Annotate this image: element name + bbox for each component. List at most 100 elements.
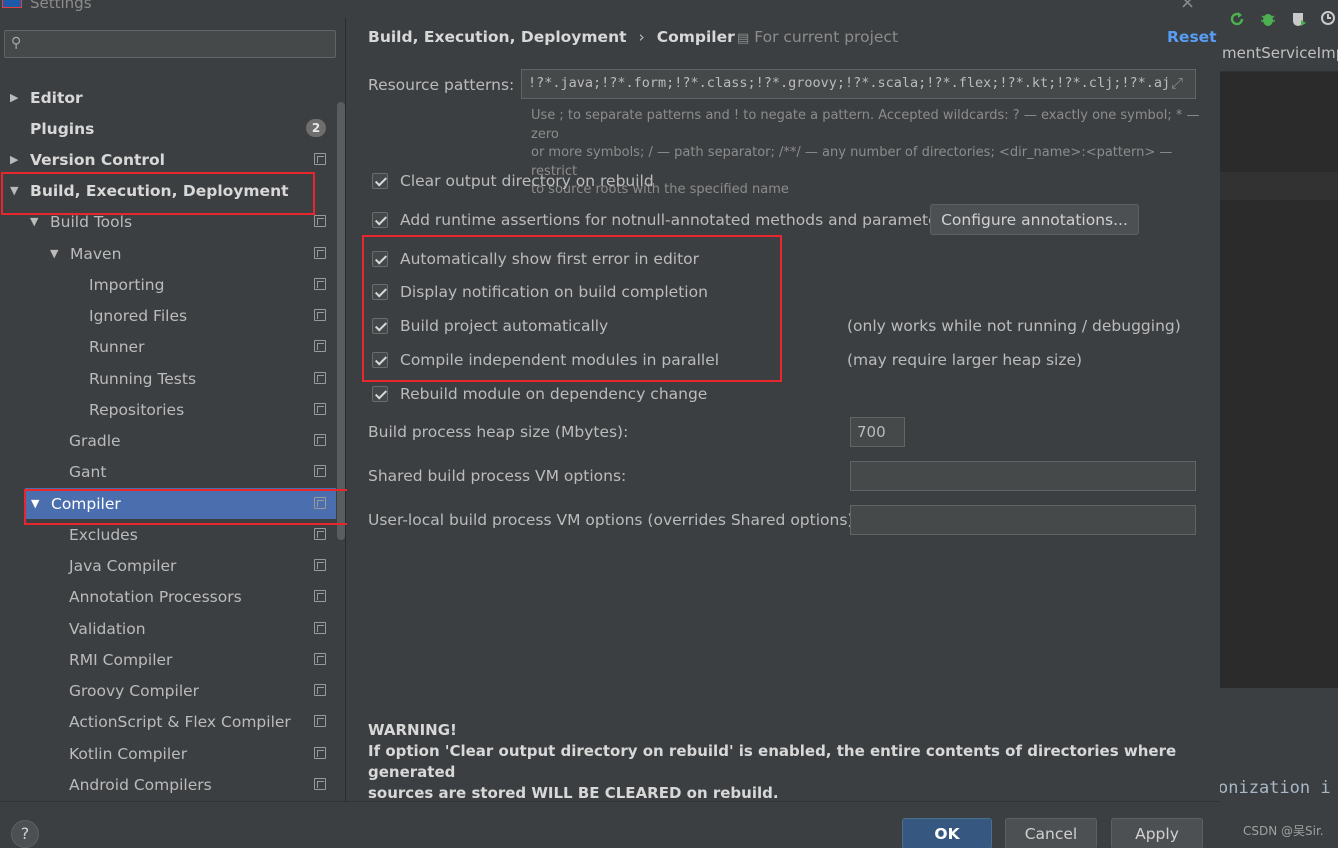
- sidebar-item-ignored-files[interactable]: Ignored Files: [0, 300, 336, 331]
- show-first-error-checkbox[interactable]: Automatically show first error in editor: [372, 250, 699, 268]
- checkbox-checked[interactable]: [372, 284, 388, 300]
- ok-button[interactable]: OK: [902, 818, 992, 848]
- current-line-highlight: [1220, 172, 1338, 200]
- checkbox-checked[interactable]: [372, 318, 388, 334]
- chevron-down-icon[interactable]: ▼: [50, 247, 62, 260]
- ide-toolbar: [1220, 0, 1338, 38]
- warning-message: WARNING! If option 'Clear output directo…: [368, 721, 1177, 802]
- sidebar-item-maven[interactable]: ▼ Maven: [0, 238, 336, 269]
- sidebar-item-gradle[interactable]: Gradle: [0, 425, 336, 456]
- sidebar-item-editor[interactable]: ▶ Editor: [0, 82, 336, 113]
- build-automatically-checkbox[interactable]: Build project automatically: [372, 317, 608, 335]
- sidebar-item-java-compiler[interactable]: Java Compiler: [0, 550, 336, 581]
- sidebar-item-repositories[interactable]: Repositories: [0, 394, 336, 425]
- expand-icon[interactable]: ⤢: [1171, 74, 1183, 92]
- clear-output-checkbox[interactable]: Clear output directory on rebuild: [372, 172, 654, 190]
- sidebar-item-runner[interactable]: Runner: [0, 331, 336, 362]
- sidebar-item-build-tools[interactable]: ▼ Build Tools: [0, 206, 336, 237]
- project-scope-icon: [314, 465, 326, 477]
- compiler-settings-panel: Build, Execution, Deployment › Compiler …: [347, 18, 1220, 802]
- settings-sidebar: ⚲ ▶ Editor Plugins 2 ▶ Version Control ▼…: [0, 18, 346, 801]
- project-scope-icon: [314, 528, 326, 540]
- runtime-assertions-checkbox[interactable]: Add runtime assertions for notnull-annot…: [372, 211, 952, 229]
- project-scope-icon: ▤: [737, 31, 750, 46]
- sidebar-item-annotation-processors[interactable]: Annotation Processors: [0, 581, 336, 612]
- editor-tab[interactable]: mentServiceImp: [1220, 38, 1338, 72]
- project-scope-icon: [314, 747, 326, 759]
- sidebar-item-running-tests[interactable]: Running Tests: [0, 363, 336, 394]
- rerun-icon[interactable]: [1228, 10, 1246, 28]
- heap-size-field[interactable]: 700: [850, 417, 905, 447]
- checkbox-checked[interactable]: [372, 212, 388, 228]
- editor-area: [1220, 72, 1338, 688]
- chevron-right-icon[interactable]: ▶: [10, 91, 22, 104]
- resource-patterns-field[interactable]: !?*.java;!?*.form;!?*.class;!?*.groovy;!…: [521, 69, 1196, 99]
- project-scope-icon: [314, 278, 326, 290]
- sidebar-item-importing[interactable]: Importing: [0, 269, 336, 300]
- checkbox-checked[interactable]: [372, 352, 388, 368]
- sidebar-item-groovy-compiler[interactable]: Groovy Compiler: [0, 675, 336, 706]
- updates-badge: 2: [306, 119, 326, 137]
- configure-annotations-button[interactable]: Configure annotations...: [930, 204, 1139, 235]
- heap-size-label: Build process heap size (Mbytes):: [368, 423, 629, 441]
- dialog-button-bar: ? OK Cancel Apply: [0, 801, 1220, 848]
- checkbox-checked[interactable]: [372, 251, 388, 267]
- sidebar-item-validation[interactable]: Validation: [0, 613, 336, 644]
- project-scope-icon: [314, 715, 326, 727]
- sidebar-item-build-execution-deployment[interactable]: ▼ Build, Execution, Deployment: [0, 175, 336, 206]
- resource-patterns-label: Resource patterns:: [368, 76, 515, 94]
- title-bar: Settings ×: [0, 0, 1220, 18]
- sidebar-item-kotlin-compiler[interactable]: Kotlin Compiler: [0, 738, 336, 769]
- rebuild-on-dependency-checkbox[interactable]: Rebuild module on dependency change: [372, 385, 707, 403]
- sidebar-item-actionscript-flex-compiler[interactable]: ActionScript & Flex Compiler: [0, 706, 336, 737]
- csdn-watermark: CSDN @吴Sir.: [1243, 824, 1324, 838]
- parallel-modules-note: (may require larger heap size): [847, 351, 1083, 369]
- user-vm-options-field[interactable]: [850, 505, 1196, 535]
- sidebar-item-rmi-compiler[interactable]: RMI Compiler: [0, 644, 336, 675]
- cancel-button[interactable]: Cancel: [1005, 818, 1097, 848]
- search-icon: ⚲: [11, 35, 22, 51]
- console-text: onization i: [1220, 778, 1331, 798]
- project-scope-icon: [314, 778, 326, 790]
- user-vm-options-label: User-local build process VM options (ove…: [368, 511, 859, 529]
- chevron-down-icon[interactable]: ▼: [31, 497, 43, 510]
- build-notification-checkbox[interactable]: Display notification on build completion: [372, 283, 708, 301]
- search-input[interactable]: ⚲: [4, 30, 336, 58]
- ide-background: mentServiceImp onization i: [1220, 0, 1338, 848]
- breadcrumb: Build, Execution, Deployment › Compiler: [368, 28, 735, 46]
- project-scope-icon: [314, 215, 326, 227]
- sidebar-item-gant[interactable]: Gant: [0, 456, 336, 487]
- sidebar-item-excludes[interactable]: Excludes: [0, 519, 336, 550]
- apply-button[interactable]: Apply: [1111, 818, 1203, 848]
- sidebar-scrollbar[interactable]: [337, 102, 345, 540]
- shared-vm-options-label: Shared build process VM options:: [368, 467, 627, 485]
- sidebar-item-plugins[interactable]: Plugins 2: [0, 113, 336, 144]
- coverage-icon[interactable]: [1290, 10, 1308, 28]
- window-title: Settings: [30, 0, 92, 12]
- breadcrumb-parent[interactable]: Build, Execution, Deployment: [368, 28, 627, 46]
- sidebar-item-version-control[interactable]: ▶ Version Control: [0, 144, 336, 175]
- checkbox-checked[interactable]: [372, 386, 388, 402]
- shared-vm-options-field[interactable]: [850, 461, 1196, 491]
- checkbox-checked[interactable]: [372, 173, 388, 189]
- sidebar-item-compiler[interactable]: ▼ Compiler: [25, 488, 336, 519]
- project-scope-icon: [314, 434, 326, 446]
- chevron-down-icon[interactable]: ▼: [30, 215, 42, 228]
- chevron-down-icon[interactable]: ▼: [10, 184, 22, 197]
- parallel-modules-checkbox[interactable]: Compile independent modules in parallel: [372, 351, 719, 369]
- build-automatically-note: (only works while not running / debuggin…: [847, 317, 1181, 335]
- breadcrumb-separator: ›: [638, 28, 645, 46]
- project-scope-icon: [314, 372, 326, 384]
- project-scope-icon: [314, 590, 326, 602]
- close-icon[interactable]: ×: [1180, 0, 1195, 13]
- help-button[interactable]: ?: [11, 820, 39, 848]
- chevron-right-icon[interactable]: ▶: [10, 153, 22, 166]
- project-scope-icon: [314, 622, 326, 634]
- project-scope-icon: [314, 403, 326, 415]
- project-scope-icon: [314, 153, 326, 165]
- project-scope-icon: [314, 497, 326, 509]
- reset-link[interactable]: Reset: [1167, 28, 1217, 46]
- debug-icon[interactable]: [1259, 10, 1277, 28]
- profiler-icon[interactable]: [1320, 10, 1338, 28]
- sidebar-item-android-compilers[interactable]: Android Compilers: [0, 769, 336, 800]
